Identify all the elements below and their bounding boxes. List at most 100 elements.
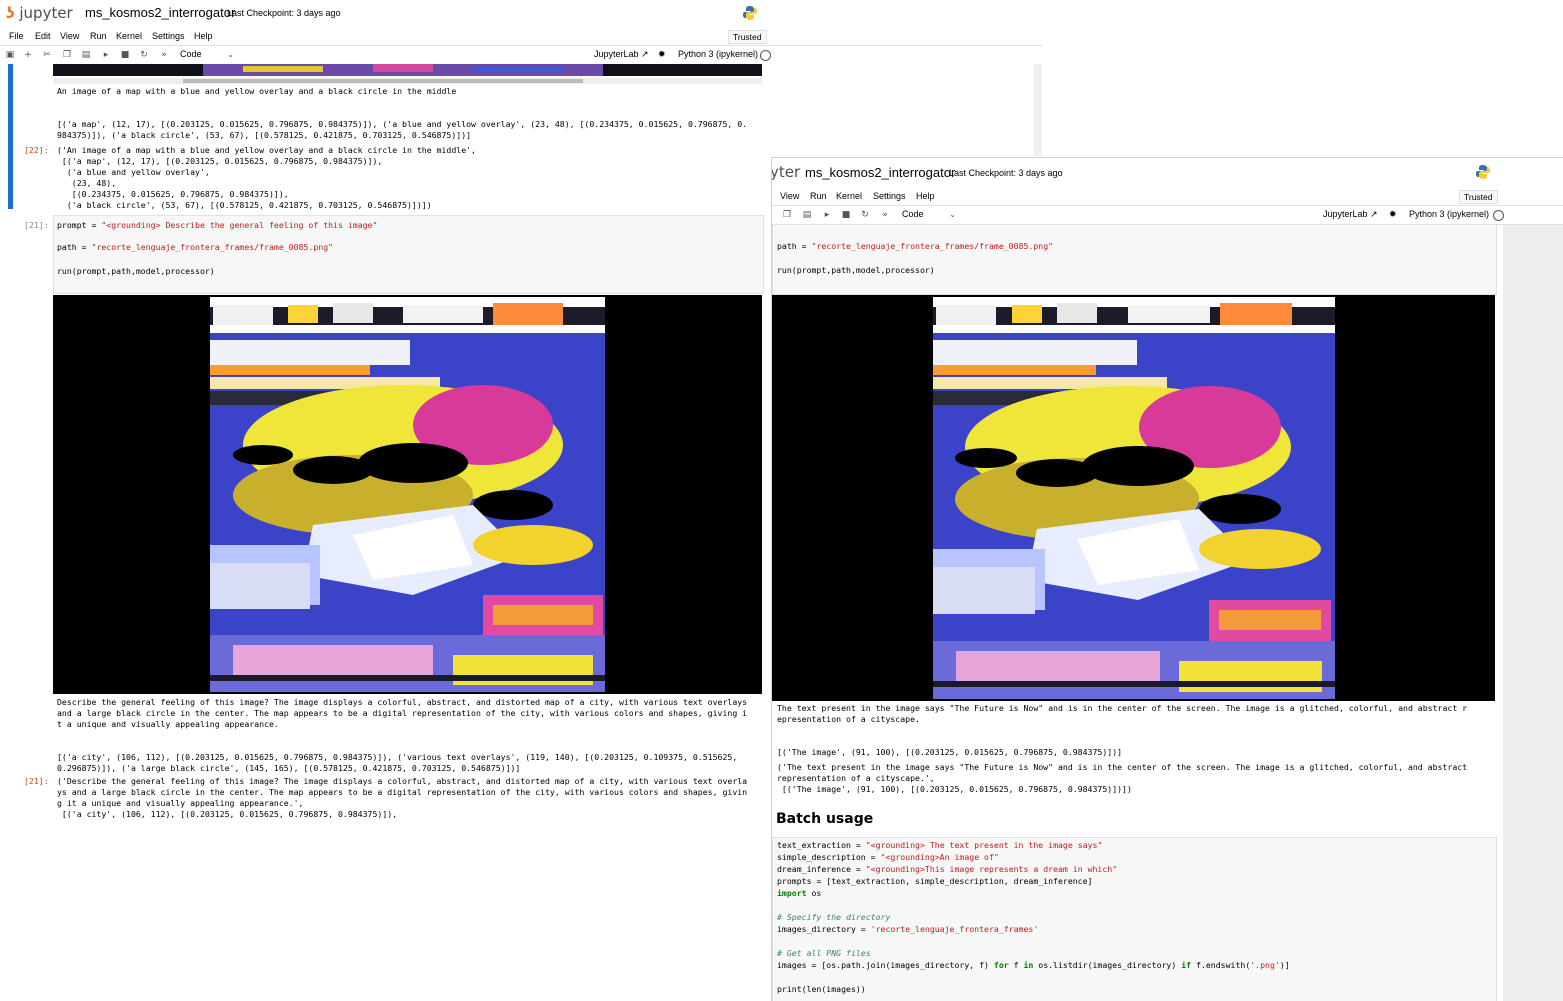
notebook-title[interactable]: ms_kosmos2_interrogator bbox=[805, 165, 955, 180]
jupyter-logo-icon: ʖ bbox=[6, 4, 15, 22]
menu-settings[interactable]: Settings bbox=[152, 31, 185, 41]
code-keyword: if bbox=[1181, 960, 1192, 970]
menu-kernel[interactable]: Kernel bbox=[116, 31, 142, 41]
debugger-icon[interactable]: ✹ bbox=[658, 49, 666, 60]
menu-view[interactable]: View bbox=[60, 31, 79, 41]
code-line: prompts = [text_extraction, simple_descr… bbox=[777, 876, 1093, 886]
copy-icon[interactable]: ❐ bbox=[61, 49, 73, 61]
checkpoint-status: Last Checkpoint: 3 days ago bbox=[227, 8, 341, 18]
code-var: prompt bbox=[57, 220, 87, 230]
output-repr-line: [(0.234375, 0.015625, 0.796875, 0.984375… bbox=[57, 189, 289, 199]
jupyter-logo-text: jupyter bbox=[19, 4, 73, 22]
code-line-run: run(prompt,path,model,processor) bbox=[57, 266, 215, 276]
jupyter-logo[interactable]: ʖ jupyter bbox=[6, 4, 73, 22]
output-horizontal-scrollbar[interactable] bbox=[53, 78, 762, 84]
code-var: simple_description bbox=[777, 852, 866, 862]
code-op: = bbox=[86, 220, 102, 230]
jupyterlab-link[interactable]: JupyterLab ↗ bbox=[594, 49, 649, 60]
python-logo-icon bbox=[1476, 165, 1490, 179]
input-prompt-21: [21]: bbox=[24, 220, 49, 230]
code-comment: # Get all PNG files bbox=[777, 948, 871, 958]
notebook-header: yter ms_kosmos2_interrogator Last Checkp… bbox=[772, 158, 1563, 184]
trusted-indicator[interactable]: Trusted bbox=[1459, 190, 1498, 204]
run-icon[interactable]: ▸ bbox=[100, 49, 112, 61]
notebook-toolbar: ❐ ▤ ▸ ■ ↻ » Code ⌄ JupyterLab ↗ ✹ Python … bbox=[772, 206, 1563, 225]
output-image bbox=[53, 295, 762, 694]
restart-icon[interactable]: ↻ bbox=[138, 49, 150, 61]
cell-type-value: Code bbox=[902, 209, 924, 219]
code-text: f bbox=[1008, 960, 1024, 970]
cell-type-select[interactable]: Code ⌄ bbox=[180, 48, 236, 61]
jupyter-logo-text[interactable]: yter bbox=[772, 163, 800, 181]
output-text-line: Describe the general feeling of this ima… bbox=[57, 697, 748, 707]
external-link-icon: ↗ bbox=[641, 49, 649, 59]
code-line: dream_inference = "<grounding>This image… bbox=[777, 864, 1118, 874]
menu-file[interactable]: File bbox=[9, 31, 24, 41]
chevron-down-icon: ⌄ bbox=[949, 210, 956, 219]
output-entities-line-2: 984375)]), ('a black circle', (53, 67), … bbox=[57, 130, 472, 140]
menu-run[interactable]: Run bbox=[810, 191, 827, 201]
jupyterlab-link[interactable]: JupyterLab ↗ bbox=[1323, 209, 1378, 220]
code-op: = bbox=[796, 241, 812, 251]
cell-type-value: Code bbox=[180, 49, 202, 59]
code-comment: # Specify the directory bbox=[777, 912, 891, 922]
menu-view[interactable]: View bbox=[780, 191, 799, 201]
notebook-header: ʖ jupyter ms_kosmos2_interrogator Last C… bbox=[0, 0, 1042, 26]
code-text: os.listdir(images_directory) bbox=[1033, 960, 1182, 970]
kernel-name[interactable]: Python 3 (ipykernel) bbox=[1409, 209, 1489, 219]
output-entities-line: [('The image', (91, 100), [(0.203125, 0.… bbox=[777, 747, 1123, 757]
code-line-path: path = "recorte_lenguaje_frontera_frames… bbox=[57, 242, 333, 253]
output-prompt-21: [21]: bbox=[24, 776, 49, 786]
output-entities-line: [('a city', (106, 112), [(0.203125, 0.01… bbox=[57, 752, 738, 762]
fast-forward-icon[interactable]: » bbox=[158, 49, 170, 61]
paste-icon[interactable]: ▤ bbox=[801, 209, 813, 221]
output-repr-line: ('Describe the general feeling of this i… bbox=[57, 776, 748, 786]
menu-edit[interactable]: Edit bbox=[35, 31, 51, 41]
trusted-indicator[interactable]: Trusted bbox=[728, 30, 767, 44]
copy-icon[interactable]: ❐ bbox=[781, 209, 793, 221]
code-var: dream_inference bbox=[777, 864, 851, 874]
notebook-panel[interactable]: path = "recorte_lenguaje_frontera_frames… bbox=[772, 225, 1563, 1001]
paste-icon[interactable]: ▤ bbox=[80, 49, 92, 61]
code-cell-input[interactable]: prompt = "<grounding> Describe the gener… bbox=[53, 215, 764, 294]
code-string: "<grounding> Describe the general feelin… bbox=[101, 220, 378, 230]
save-icon[interactable]: ▣ bbox=[4, 49, 16, 61]
code-cell-input[interactable]: path = "recorte_lenguaje_frontera_frames… bbox=[772, 225, 1497, 295]
code-string: '.png' bbox=[1250, 960, 1280, 970]
output-repr-line: ('a blue and yellow overlay', bbox=[57, 167, 210, 177]
stop-icon[interactable]: ■ bbox=[840, 209, 852, 221]
notebook-title[interactable]: ms_kosmos2_interrogator bbox=[85, 5, 235, 20]
code-string: "<grounding>An image of" bbox=[880, 852, 999, 862]
fast-forward-icon[interactable]: » bbox=[879, 209, 891, 221]
jupyterlab-link-label: JupyterLab bbox=[1323, 209, 1368, 219]
menu-help[interactable]: Help bbox=[916, 191, 935, 201]
run-icon[interactable]: ▸ bbox=[821, 209, 833, 221]
restart-icon[interactable]: ↻ bbox=[859, 209, 871, 221]
right-gutter bbox=[1503, 225, 1563, 1001]
stop-icon[interactable]: ■ bbox=[119, 49, 131, 61]
kernel-name[interactable]: Python 3 (ipykernel) bbox=[678, 49, 758, 59]
menu-help[interactable]: Help bbox=[194, 31, 213, 41]
scrollbar-thumb[interactable] bbox=[183, 79, 583, 83]
debugger-icon[interactable]: ✹ bbox=[1389, 209, 1397, 220]
code-string: "recorte_lenguaje_frontera_frames/frame_… bbox=[91, 242, 334, 252]
external-link-icon: ↗ bbox=[1370, 209, 1378, 219]
menu-run[interactable]: Run bbox=[90, 31, 107, 41]
code-text: )] bbox=[1279, 960, 1290, 970]
cell-type-select[interactable]: Code ⌄ bbox=[902, 208, 958, 221]
add-cell-icon[interactable]: + bbox=[22, 49, 34, 61]
vertical-scrollbar[interactable] bbox=[1034, 64, 1042, 156]
output-image bbox=[772, 295, 1495, 701]
menu-kernel[interactable]: Kernel bbox=[836, 191, 862, 201]
output-caption: An image of a map with a blue and yellow… bbox=[57, 86, 457, 96]
code-line-path: path = "recorte_lenguaje_frontera_frames… bbox=[777, 241, 1053, 252]
section-heading: Batch usage bbox=[776, 811, 874, 827]
selected-cell-indicator bbox=[8, 64, 13, 209]
output-entities-line: 0.296875)]), ('a large black circle', (1… bbox=[57, 763, 521, 773]
menu-settings[interactable]: Settings bbox=[873, 191, 906, 201]
batch-code-cell[interactable]: text_extraction = "<grounding> The text … bbox=[772, 837, 1497, 1001]
cut-icon[interactable]: ✂ bbox=[41, 49, 53, 61]
code-string: "<grounding> The text present in the ima… bbox=[865, 840, 1103, 850]
output-text-line: The text present in the image says "The … bbox=[777, 703, 1468, 713]
code-line: simple_description = "<grounding>An imag… bbox=[777, 852, 999, 862]
